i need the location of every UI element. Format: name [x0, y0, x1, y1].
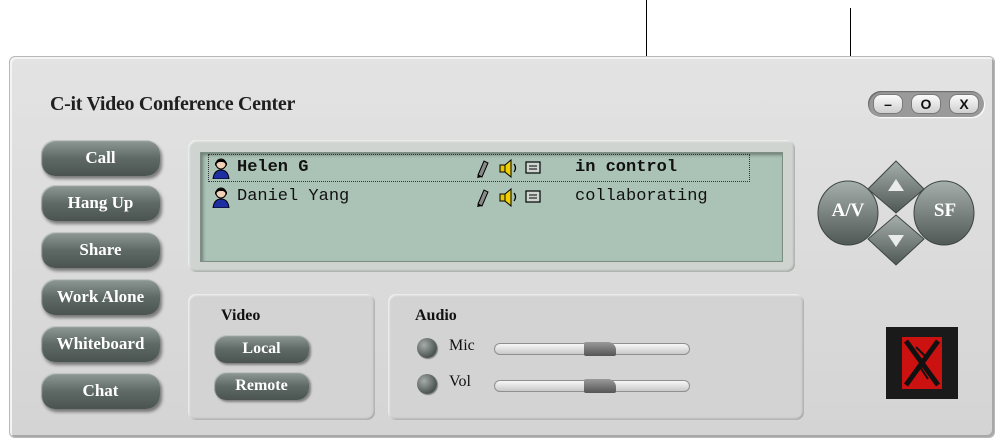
mic-slider-thumb[interactable]: [584, 342, 616, 356]
person-icon: [212, 187, 230, 208]
window-controls: – O X: [868, 91, 984, 117]
whiteboard-button[interactable]: Whiteboard: [41, 326, 160, 362]
mic-indicator[interactable]: [417, 338, 437, 358]
screen-icon: [525, 161, 541, 174]
participant-name: Helen G: [237, 158, 309, 177]
participant-row[interactable]: Daniel Yang collaborating: [209, 184, 749, 210]
screen-icon: [525, 190, 541, 203]
minimize-button[interactable]: –: [873, 94, 903, 114]
participant-status: in control: [575, 158, 678, 177]
audio-title: Audio: [415, 307, 457, 324]
av-button-label[interactable]: A/V: [821, 200, 875, 222]
vol-label: Vol: [449, 373, 471, 390]
audio-panel: Audio Mic Vol: [388, 294, 804, 420]
pen-icon: [477, 189, 489, 207]
video-panel: Video Local Remote: [188, 294, 375, 420]
pen-icon: [477, 160, 489, 178]
vol-slider[interactable]: [494, 379, 690, 393]
participant-row[interactable]: Helen G in control: [208, 154, 750, 182]
remote-video-button[interactable]: Remote: [214, 372, 309, 400]
participant-status: collaborating: [575, 187, 708, 206]
work-alone-button[interactable]: Work Alone: [41, 279, 160, 315]
person-icon: [212, 158, 230, 179]
speaker-icon: [499, 187, 517, 208]
video-title: Video: [221, 307, 261, 324]
vol-slider-thumb[interactable]: [584, 379, 616, 393]
local-video-button[interactable]: Local: [214, 335, 309, 363]
conference-window: C-it Video Conference Center – O X Call …: [9, 56, 995, 438]
share-button[interactable]: Share: [41, 232, 160, 268]
mic-slider[interactable]: [494, 342, 690, 356]
vol-indicator[interactable]: [417, 374, 437, 394]
participant-status-icons: [477, 158, 541, 179]
chat-button[interactable]: Chat: [41, 373, 160, 409]
sf-button-label[interactable]: SF: [918, 200, 972, 222]
restore-button[interactable]: O: [911, 94, 941, 114]
mic-label: Mic: [449, 337, 475, 354]
window-title: C-it Video Conference Center: [50, 93, 296, 115]
participant-name: Daniel Yang: [237, 187, 350, 206]
participants-panel: Helen G in control Daniel Yang collabora…: [188, 140, 795, 272]
participant-status-icons: [477, 187, 541, 208]
hang-up-button[interactable]: Hang Up: [41, 185, 160, 221]
speaker-icon: [499, 158, 517, 179]
call-button[interactable]: Call: [41, 140, 160, 176]
x-logo-icon: [886, 327, 958, 399]
close-button[interactable]: X: [949, 94, 979, 114]
participant-list: Helen G in control Daniel Yang collabora…: [200, 152, 783, 262]
